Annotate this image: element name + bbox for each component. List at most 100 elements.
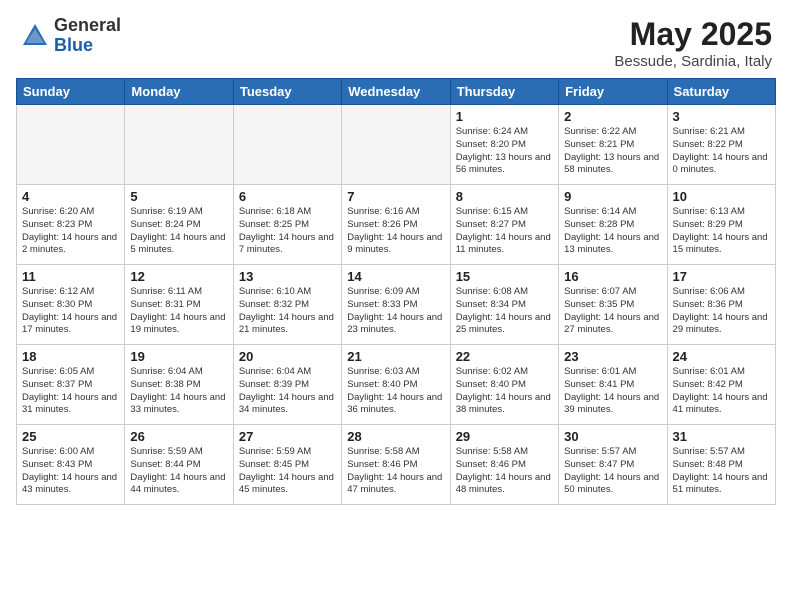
calendar-cell-12: 12 Sunrise: 6:11 AMSunset: 8:31 PMDayligh…: [125, 265, 233, 345]
day-number: 15: [456, 269, 553, 284]
day-number: 7: [347, 189, 444, 204]
day-number: 8: [456, 189, 553, 204]
location: Bessude, Sardinia, Italy: [614, 53, 772, 70]
day-number: 13: [239, 269, 336, 284]
day-info: Sunrise: 5:59 AMSunset: 8:44 PMDaylight:…: [130, 446, 227, 497]
header-sunday: Sunday: [17, 79, 125, 105]
logo: General Blue: [20, 16, 121, 56]
day-info: Sunrise: 6:09 AMSunset: 8:33 PMDaylight:…: [347, 286, 444, 337]
calendar-cell-empty: [17, 105, 125, 185]
calendar-cell-18: 18Sunrise: 6:05 AMSunset: 8:37 PMDayligh…: [17, 345, 125, 425]
calendar-cell-27: 27 Sunrise: 5:59 AMSunset: 8:45 PMDayligh…: [233, 425, 341, 505]
day-info: Sunrise: 6:19 AMSunset: 8:24 PMDaylight:…: [130, 206, 227, 257]
calendar-week-2: 4 Sunrise: 6:20 AMSunset: 8:23 PMDaylight…: [17, 185, 776, 265]
calendar-cell-11: 11 Sunrise: 6:12 AMSunset: 8:30 PMDayligh…: [17, 265, 125, 345]
day-number: 25: [22, 429, 119, 444]
day-info: Sunrise: 6:08 AMSunset: 8:34 PMDaylight:…: [456, 286, 553, 337]
day-info: Sunrise: 6:22 AMSunset: 8:21 PMDaylight:…: [564, 126, 661, 177]
calendar-cell-1: 1 Sunrise: 6:24 AMSunset: 8:20 PMDaylight…: [450, 105, 558, 185]
day-info: Sunrise: 6:20 AMSunset: 8:23 PMDaylight:…: [22, 206, 119, 257]
month-title: May 2025: [614, 16, 772, 53]
day-number: 20: [239, 349, 336, 364]
header-thursday: Thursday: [450, 79, 558, 105]
day-number: 4: [22, 189, 119, 204]
day-info: Sunrise: 6:01 AMSunset: 8:41 PMDaylight:…: [564, 366, 661, 417]
day-number: 30: [564, 429, 661, 444]
header-friday: Friday: [559, 79, 667, 105]
day-info: Sunrise: 6:03 AMSunset: 8:40 PMDaylight:…: [347, 366, 444, 417]
calendar-body: 1 Sunrise: 6:24 AMSunset: 8:20 PMDaylight…: [17, 105, 776, 505]
calendar-cell-7: 7Sunrise: 6:16 AMSunset: 8:26 PMDaylight…: [342, 185, 450, 265]
calendar-cell-16: 16 Sunrise: 6:07 AMSunset: 8:35 PMDayligh…: [559, 265, 667, 345]
day-number: 12: [130, 269, 227, 284]
day-number: 2: [564, 109, 661, 124]
day-info: Sunrise: 6:05 AMSunset: 8:37 PMDaylight:…: [22, 366, 119, 417]
day-number: 9: [564, 189, 661, 204]
calendar-cell-9: 9 Sunrise: 6:14 AMSunset: 8:28 PMDaylight…: [559, 185, 667, 265]
day-info: Sunrise: 6:12 AMSunset: 8:30 PMDaylight:…: [22, 286, 119, 337]
calendar-cell-31: 31 Sunrise: 5:57 AMSunset: 8:48 PMDayligh…: [667, 425, 775, 505]
logo-general: General: [54, 16, 121, 36]
day-info: Sunrise: 6:07 AMSunset: 8:35 PMDaylight:…: [564, 286, 661, 337]
header-tuesday: Tuesday: [233, 79, 341, 105]
day-number: 3: [673, 109, 770, 124]
calendar-cell-23: 23 Sunrise: 6:01 AMSunset: 8:41 PMDayligh…: [559, 345, 667, 425]
day-headers-row: Sunday Monday Tuesday Wednesday Thursday…: [17, 79, 776, 105]
day-info: Sunrise: 6:14 AMSunset: 8:28 PMDaylight:…: [564, 206, 661, 257]
day-number: 1: [456, 109, 553, 124]
calendar-cell-17: 17Sunrise: 6:06 AMSunset: 8:36 PMDayligh…: [667, 265, 775, 345]
day-number: 19: [130, 349, 227, 364]
calendar-cell-24: 24 Sunrise: 6:01 AMSunset: 8:42 PMDayligh…: [667, 345, 775, 425]
calendar-cell-14: 14 Sunrise: 6:09 AMSunset: 8:33 PMDayligh…: [342, 265, 450, 345]
calendar-cell-5: 5 Sunrise: 6:19 AMSunset: 8:24 PMDaylight…: [125, 185, 233, 265]
calendar-cell-30: 30 Sunrise: 5:57 AMSunset: 8:47 PMDayligh…: [559, 425, 667, 505]
day-number: 24: [673, 349, 770, 364]
calendar-cell-21: 21Sunrise: 6:03 AMSunset: 8:40 PMDayligh…: [342, 345, 450, 425]
day-number: 28: [347, 429, 444, 444]
calendar-cell-empty: [125, 105, 233, 185]
calendar-cell-10: 10Sunrise: 6:13 AMSunset: 8:29 PMDayligh…: [667, 185, 775, 265]
day-info: Sunrise: 6:02 AMSunset: 8:40 PMDaylight:…: [456, 366, 553, 417]
logo-blue: Blue: [54, 36, 121, 56]
calendar-cell-8: 8 Sunrise: 6:15 AMSunset: 8:27 PMDaylight…: [450, 185, 558, 265]
day-info: Sunrise: 6:11 AMSunset: 8:31 PMDaylight:…: [130, 286, 227, 337]
calendar-cell-22: 22 Sunrise: 6:02 AMSunset: 8:40 PMDayligh…: [450, 345, 558, 425]
day-number: 16: [564, 269, 661, 284]
day-info: Sunrise: 6:00 AMSunset: 8:43 PMDaylight:…: [22, 446, 119, 497]
day-number: 11: [22, 269, 119, 284]
day-number: 17: [673, 269, 770, 284]
day-info: Sunrise: 5:59 AMSunset: 8:45 PMDaylight:…: [239, 446, 336, 497]
calendar-cell-20: 20Sunrise: 6:04 AMSunset: 8:39 PMDayligh…: [233, 345, 341, 425]
calendar-table: Sunday Monday Tuesday Wednesday Thursday…: [16, 78, 776, 505]
day-info: Sunrise: 5:57 AMSunset: 8:48 PMDaylight:…: [673, 446, 770, 497]
day-number: 6: [239, 189, 336, 204]
calendar-cell-13: 13Sunrise: 6:10 AMSunset: 8:32 PMDayligh…: [233, 265, 341, 345]
calendar-cell-empty: [342, 105, 450, 185]
header-wednesday: Wednesday: [342, 79, 450, 105]
day-number: 5: [130, 189, 227, 204]
day-info: Sunrise: 6:15 AMSunset: 8:27 PMDaylight:…: [456, 206, 553, 257]
day-number: 27: [239, 429, 336, 444]
calendar-cell-19: 19Sunrise: 6:04 AMSunset: 8:38 PMDayligh…: [125, 345, 233, 425]
calendar-cell-15: 15 Sunrise: 6:08 AMSunset: 8:34 PMDayligh…: [450, 265, 558, 345]
calendar-cell-28: 28 Sunrise: 5:58 AMSunset: 8:46 PMDayligh…: [342, 425, 450, 505]
calendar-cell-6: 6Sunrise: 6:18 AMSunset: 8:25 PMDaylight…: [233, 185, 341, 265]
day-number: 23: [564, 349, 661, 364]
calendar-cell-4: 4 Sunrise: 6:20 AMSunset: 8:23 PMDaylight…: [17, 185, 125, 265]
day-number: 14: [347, 269, 444, 284]
day-number: 29: [456, 429, 553, 444]
logo-icon: [20, 21, 50, 51]
day-number: 22: [456, 349, 553, 364]
day-number: 31: [673, 429, 770, 444]
calendar-cell-3: 3Sunrise: 6:21 AMSunset: 8:22 PMDaylight…: [667, 105, 775, 185]
header-monday: Monday: [125, 79, 233, 105]
calendar-cell-29: 29 Sunrise: 5:58 AMSunset: 8:46 PMDayligh…: [450, 425, 558, 505]
calendar-wrapper: Sunday Monday Tuesday Wednesday Thursday…: [0, 78, 792, 513]
day-info: Sunrise: 5:57 AMSunset: 8:47 PMDaylight:…: [564, 446, 661, 497]
day-info: Sunrise: 5:58 AMSunset: 8:46 PMDaylight:…: [456, 446, 553, 497]
day-info: Sunrise: 6:01 AMSunset: 8:42 PMDaylight:…: [673, 366, 770, 417]
day-info: Sunrise: 6:24 AMSunset: 8:20 PMDaylight:…: [456, 126, 553, 177]
day-info: Sunrise: 5:58 AMSunset: 8:46 PMDaylight:…: [347, 446, 444, 497]
calendar-week-3: 11 Sunrise: 6:12 AMSunset: 8:30 PMDayligh…: [17, 265, 776, 345]
day-number: 26: [130, 429, 227, 444]
